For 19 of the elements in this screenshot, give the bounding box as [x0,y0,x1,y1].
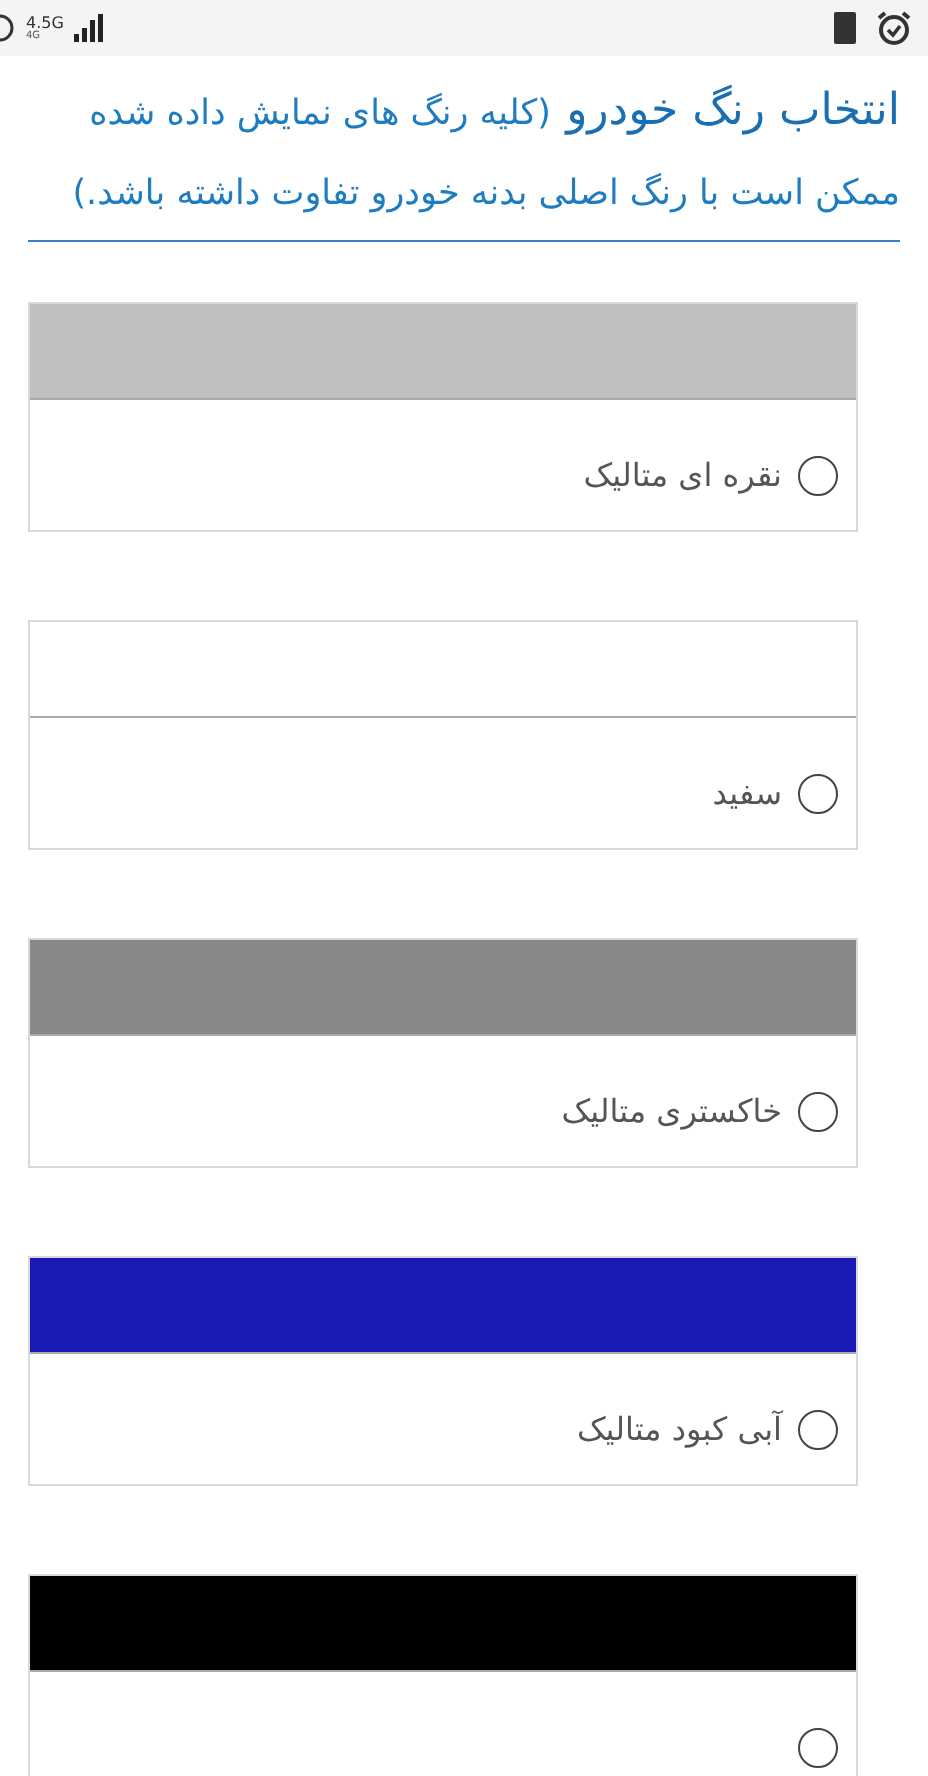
color-option-card[interactable]: خاکستری متالیک [28,938,858,1168]
signal-icon [73,14,106,42]
radio-button[interactable] [798,1728,838,1768]
color-option-card[interactable] [28,1574,858,1776]
network-type: 4.5G [26,15,64,31]
radio-button[interactable] [798,456,838,496]
radio-button[interactable] [798,774,838,814]
color-name: نقره ای متالیک [583,454,782,498]
battery-icon [834,12,856,44]
radio-button[interactable] [798,1410,838,1450]
color-name: سفید [712,772,782,816]
alarm-clock-icon [876,10,912,46]
color-option-card[interactable]: آبی کبود متالیک [28,1256,858,1486]
section-title: انتخاب رنگ خودرو (کلیه رنگ های نمایش داده شده ممکن است با رنگ اصلی بدنه خودرو تفاوت داشته باشد.) [70,82,900,218]
radio-button[interactable] [798,1092,838,1132]
color-option-card[interactable]: نقره ای متالیک [28,302,858,532]
color-name: خاکستری متالیک [561,1090,782,1134]
color-option-card[interactable]: سفید [28,620,858,850]
color-name: آبی کبود متالیک [576,1408,782,1452]
